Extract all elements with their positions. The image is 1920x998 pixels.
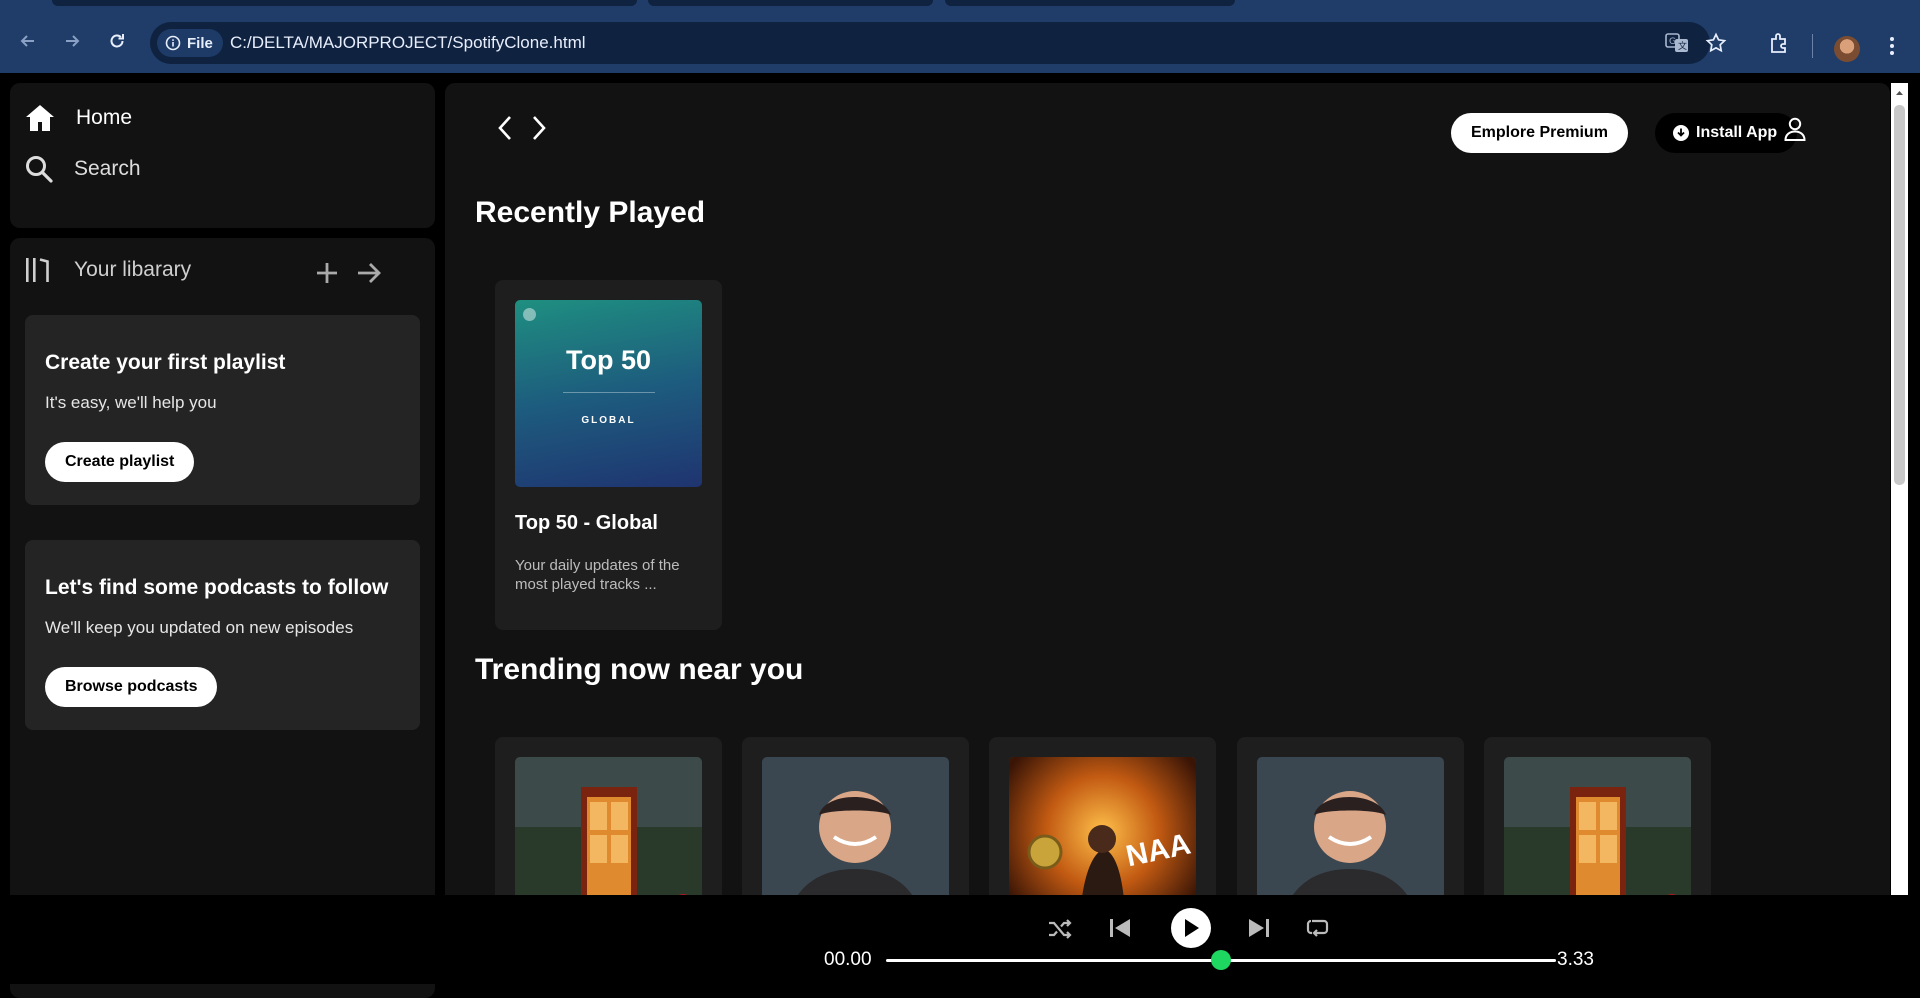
library-actions bbox=[312, 258, 384, 288]
skip-forward-icon bbox=[1249, 919, 1269, 937]
scroll-up-icon bbox=[1896, 91, 1903, 95]
browser-tab[interactable] bbox=[52, 0, 637, 6]
library-icon bbox=[26, 258, 49, 282]
main-content: Emplore Premium Install App Recently Pla… bbox=[445, 83, 1890, 983]
browser-tabstrip bbox=[0, 0, 1920, 7]
arrow-right-icon bbox=[66, 35, 80, 47]
cover-subtitle: GLOBAL bbox=[581, 415, 636, 426]
play-icon bbox=[1185, 919, 1199, 937]
url-text[interactable]: C:/DELTA/MAJORPROJECT/SpotifyClone.html bbox=[230, 33, 586, 53]
install-app-label: Install App bbox=[1696, 124, 1778, 141]
total-time: 3.33 bbox=[1557, 949, 1594, 970]
previous-button[interactable] bbox=[1107, 915, 1133, 941]
site-info-chip[interactable]: File bbox=[157, 29, 223, 57]
browser-toolbar: File C:/DELTA/MAJORPROJECT/SpotifyClone.… bbox=[0, 7, 1920, 73]
arrow-left-icon bbox=[20, 35, 34, 47]
browser-menu-icon[interactable] bbox=[1888, 35, 1896, 57]
toolbar-divider bbox=[1812, 34, 1813, 58]
progress-knob[interactable] bbox=[1211, 950, 1231, 970]
repeat-icon bbox=[1306, 919, 1329, 937]
shuffle-icon bbox=[1049, 919, 1072, 939]
next-button[interactable] bbox=[1246, 915, 1272, 941]
address-bar[interactable]: File C:/DELTA/MAJORPROJECT/SpotifyClone.… bbox=[150, 22, 1727, 64]
browser-reload-button[interactable] bbox=[103, 27, 131, 55]
nav-search[interactable]: Search bbox=[24, 154, 141, 184]
extensions-icon[interactable] bbox=[1768, 31, 1792, 55]
page-scrollbar[interactable] bbox=[1891, 83, 1908, 983]
translate-icon[interactable]: G文 bbox=[1665, 32, 1689, 54]
shuffle-button[interactable] bbox=[1047, 917, 1073, 941]
library-header[interactable]: Your libarary bbox=[24, 256, 191, 284]
current-time: 00.00 bbox=[824, 949, 872, 970]
user-icon[interactable] bbox=[1783, 116, 1807, 142]
profile-avatar[interactable] bbox=[1834, 36, 1860, 62]
repeat-button[interactable] bbox=[1306, 917, 1330, 939]
svg-text:G: G bbox=[1669, 37, 1676, 47]
nav-panel: Home Search bbox=[10, 83, 435, 228]
trending-title: Trending now near you bbox=[475, 653, 804, 686]
svg-text:文: 文 bbox=[1678, 40, 1687, 52]
podcasts-title: Let's find some podcasts to follow bbox=[45, 576, 389, 599]
spotify-app: Home Search Your libarary Create your fi… bbox=[0, 73, 1920, 998]
album-title: Top 50 - Global bbox=[515, 512, 658, 534]
browser-tab[interactable] bbox=[945, 0, 1235, 6]
create-playlist-button[interactable]: Create playlist bbox=[45, 442, 195, 482]
play-button[interactable] bbox=[1171, 908, 1211, 948]
arrow-right-icon[interactable] bbox=[354, 258, 384, 288]
install-app-button[interactable]: Install App bbox=[1655, 113, 1798, 153]
album-desc: Your daily updates of the most played tr… bbox=[515, 557, 680, 593]
album-cover: Top 50 GLOBAL bbox=[515, 300, 702, 487]
scrollbar-thumb[interactable] bbox=[1894, 105, 1905, 485]
history-arrows bbox=[495, 113, 549, 143]
site-info-label: File bbox=[187, 34, 213, 52]
chevron-left-icon[interactable] bbox=[495, 113, 515, 143]
album-card-top50[interactable]: Top 50 GLOBAL Top 50 - Global Your daily… bbox=[495, 280, 722, 630]
browser-forward-button[interactable] bbox=[58, 27, 86, 55]
spotify-logo-icon bbox=[523, 308, 536, 321]
library-title: Your libarary bbox=[74, 258, 192, 281]
browser-back-button[interactable] bbox=[14, 27, 42, 55]
podcasts-subtitle: We'll keep you updated on new episodes bbox=[45, 618, 354, 637]
chevron-right-icon[interactable] bbox=[529, 113, 549, 143]
skip-back-icon bbox=[1110, 919, 1130, 937]
home-icon bbox=[26, 105, 54, 131]
library-panel: Your libarary Create your first playlist… bbox=[10, 238, 435, 998]
browse-podcasts-button[interactable]: Browse podcasts bbox=[45, 667, 218, 707]
create-playlist-subtitle: It's easy, we'll help you bbox=[45, 393, 217, 412]
create-playlist-card: Create your first playlist It's easy, we… bbox=[25, 315, 420, 505]
explore-premium-button[interactable]: Emplore Premium bbox=[1451, 113, 1628, 153]
bookmark-star-icon[interactable] bbox=[1705, 32, 1727, 54]
download-icon bbox=[1673, 125, 1689, 141]
info-icon bbox=[165, 35, 181, 51]
nav-home-label: Home bbox=[76, 106, 133, 129]
cover-title: Top 50 bbox=[565, 345, 651, 375]
create-playlist-title: Create your first playlist bbox=[45, 351, 286, 374]
browser-tab[interactable] bbox=[648, 0, 933, 6]
nav-search-label: Search bbox=[74, 157, 141, 180]
search-icon bbox=[26, 156, 53, 183]
reload-icon bbox=[110, 34, 124, 48]
podcasts-card: Let's find some podcasts to follow We'll… bbox=[25, 540, 420, 730]
recently-played-title: Recently Played bbox=[475, 196, 706, 229]
player-bar: 00.00 3.33 bbox=[0, 895, 1920, 984]
plus-icon[interactable] bbox=[312, 258, 342, 288]
nav-home[interactable]: Home bbox=[24, 103, 132, 133]
cover-divider bbox=[562, 392, 655, 393]
